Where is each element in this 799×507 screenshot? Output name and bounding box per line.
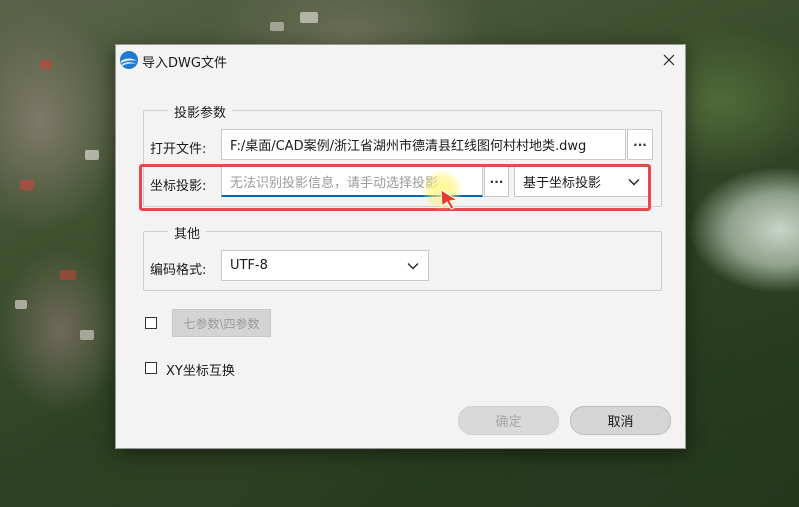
map-building (40, 60, 52, 69)
title-bar: 导入DWG文件 (116, 45, 685, 75)
import-dwg-dialog: 导入DWG文件 投影参数 打开文件: F:/桌面/CAD案例/浙江省湖州市德清县… (115, 44, 686, 449)
chevron-down-icon (407, 262, 419, 269)
cancel-button[interactable]: 取消 (570, 406, 671, 435)
ok-button[interactable]: 确定 (458, 406, 559, 435)
app-logo-icon (120, 51, 138, 69)
browse-file-button[interactable]: ··· (627, 129, 653, 160)
encoding-value: UTF-8 (230, 258, 268, 273)
map-building (80, 330, 94, 340)
highlight-box (139, 164, 651, 211)
close-icon (663, 54, 675, 66)
close-button[interactable] (657, 49, 681, 71)
xy-swap-checkbox[interactable] (145, 362, 157, 374)
dialog-title: 导入DWG文件 (142, 56, 227, 71)
map-building (270, 22, 284, 31)
map-building (20, 180, 34, 190)
encoding-label: 编码格式: (150, 263, 207, 278)
open-file-label: 打开文件: (150, 142, 207, 157)
open-file-path-value: F:/桌面/CAD案例/浙江省湖州市德清县红线图何村村地类.dwg (230, 139, 587, 154)
map-building (60, 270, 76, 280)
map-building (300, 12, 318, 23)
map-building (15, 300, 27, 309)
encoding-select[interactable]: UTF-8 (221, 250, 429, 281)
projection-group-legend: 投影参数 (168, 102, 233, 121)
seven-param-button[interactable]: 七参数\四参数 (172, 309, 271, 337)
mouse-cursor-icon (440, 189, 459, 210)
other-group-legend: 其他 (168, 223, 207, 242)
open-file-path-field[interactable]: F:/桌面/CAD案例/浙江省湖州市德清县红线图何村村地类.dwg (221, 129, 626, 160)
xy-swap-label: XY坐标互换 (166, 364, 235, 379)
map-building (85, 150, 99, 160)
seven-param-checkbox[interactable] (145, 317, 157, 329)
